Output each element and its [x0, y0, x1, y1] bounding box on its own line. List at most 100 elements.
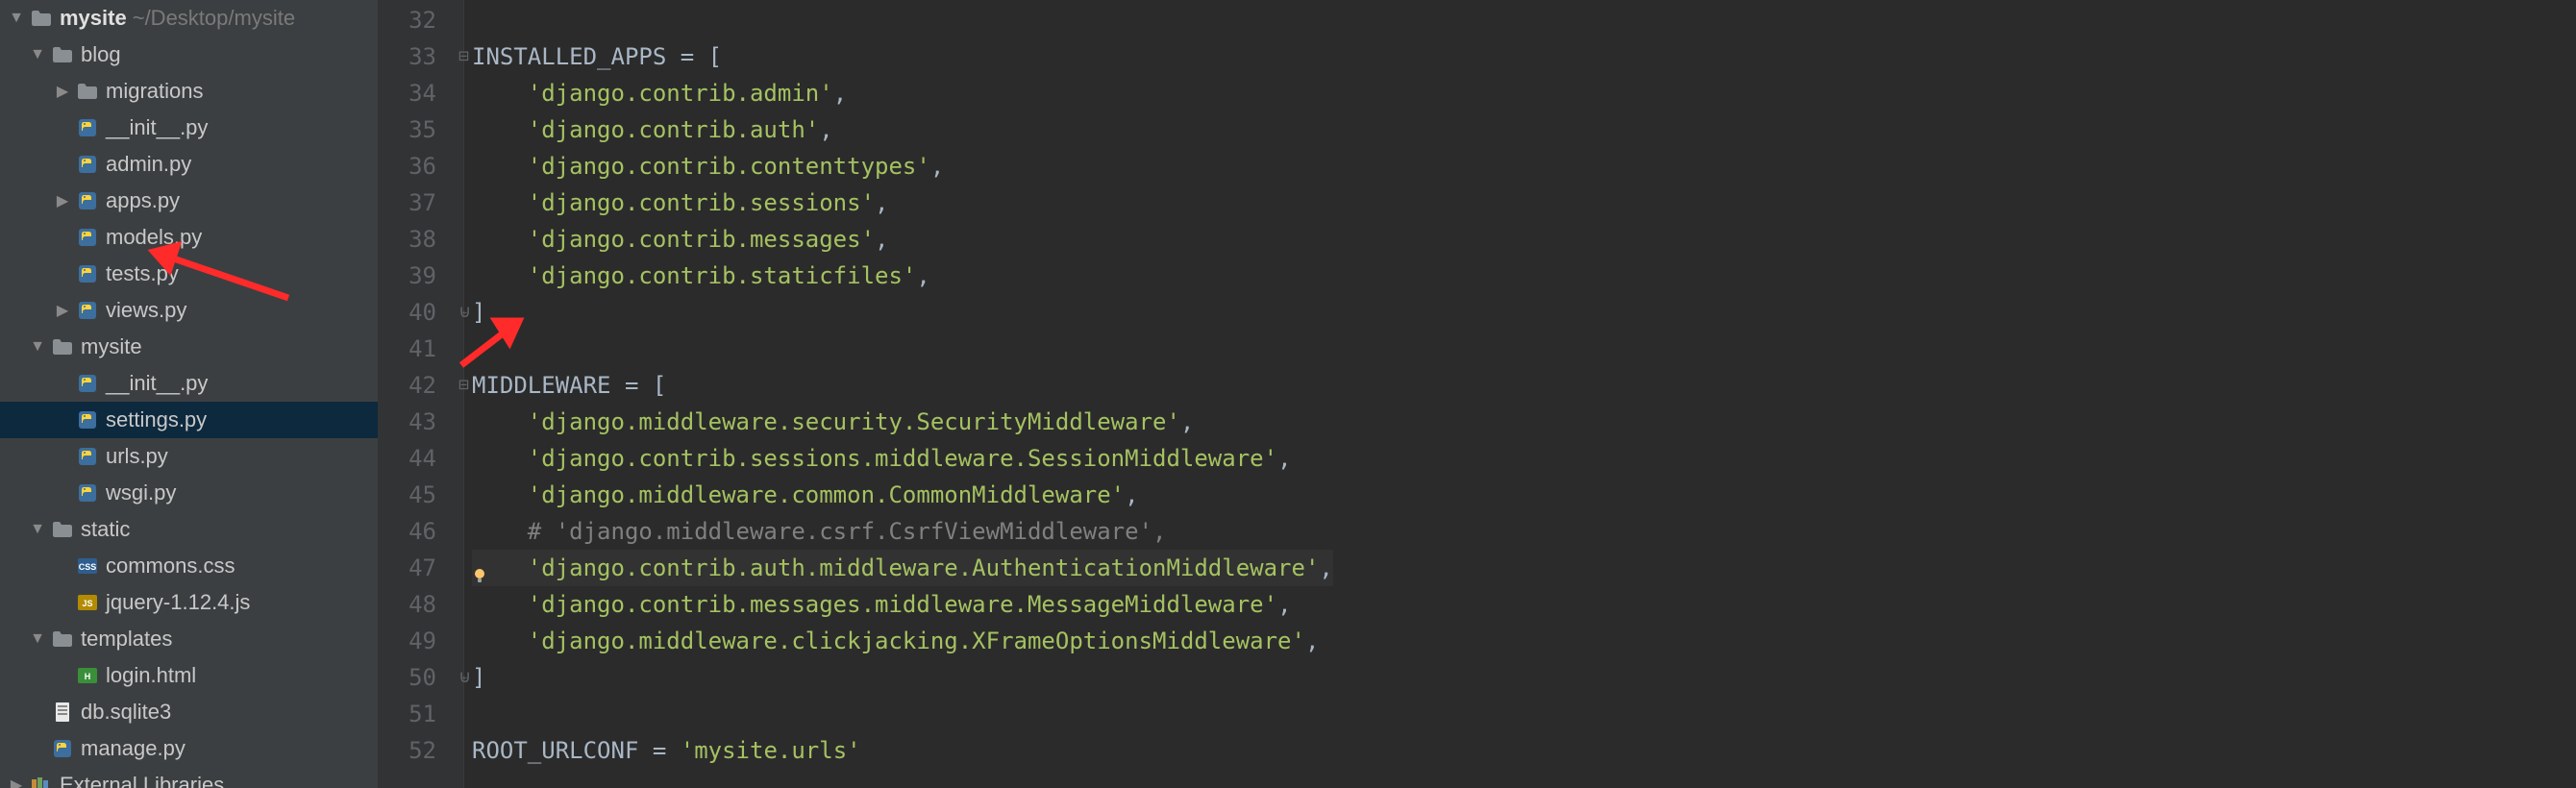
code-line[interactable] — [472, 331, 1333, 367]
code-line[interactable]: 'django.contrib.auth', — [472, 111, 1333, 148]
tree-item-views-py[interactable]: ▶views.py — [0, 292, 378, 329]
code-line[interactable] — [472, 2, 1333, 38]
code-line[interactable]: ⊟MIDDLEWARE = [ — [472, 367, 1333, 404]
code-line[interactable]: 'django.contrib.admin', — [472, 75, 1333, 111]
py-icon — [75, 228, 100, 247]
line-number: 37 — [378, 185, 436, 221]
folder-icon — [50, 47, 75, 62]
expand-arrow-icon[interactable]: ▶ — [54, 191, 71, 210]
token-id: INSTALLED_APPS — [472, 43, 666, 70]
tree-item-label: __init__.py — [106, 115, 208, 140]
line-number: 38 — [378, 221, 436, 258]
code-line[interactable]: ⊌] — [472, 294, 1333, 331]
token-punct: , — [1319, 554, 1332, 581]
tree-item-admin-py[interactable]: admin.py — [0, 146, 378, 183]
token-str: 'django.middleware.clickjacking.XFrameOp… — [528, 628, 1305, 654]
tree-item-commons-css[interactable]: CSS commons.css — [0, 548, 378, 584]
code-line[interactable]: 'django.contrib.contenttypes', — [472, 148, 1333, 185]
tree-item-label: wsgi.py — [106, 480, 176, 505]
code-editor[interactable]: 3233343536373839404142434445464748495051… — [378, 0, 2576, 788]
tree-item-label: models.py — [106, 225, 202, 250]
tree-item-models-py[interactable]: models.py — [0, 219, 378, 256]
expand-arrow-icon[interactable]: ▼ — [29, 521, 46, 538]
expand-arrow-icon[interactable]: ▶ — [54, 82, 71, 101]
code-line[interactable]: ⊌] — [472, 659, 1333, 696]
line-number: 35 — [378, 111, 436, 148]
code-line[interactable] — [472, 696, 1333, 732]
tree-item-login-html[interactable]: Hlogin.html — [0, 657, 378, 694]
expand-arrow-icon[interactable]: ▼ — [29, 338, 46, 356]
token-op: = — [638, 737, 680, 764]
code-line[interactable]: 'django.contrib.auth.middleware.Authenti… — [472, 550, 1333, 586]
token-str: 'django.contrib.staticfiles' — [528, 262, 917, 289]
js-icon: JS — [75, 595, 100, 610]
expand-arrow-icon[interactable]: ▶ — [54, 301, 71, 320]
code-line[interactable]: 'django.contrib.staticfiles', — [472, 258, 1333, 294]
code-line[interactable]: 'django.contrib.messages', — [472, 221, 1333, 258]
line-number: 33 — [378, 38, 436, 75]
code-line[interactable]: 'django.contrib.sessions', — [472, 185, 1333, 221]
tree-item-wsgi-py[interactable]: wsgi.py — [0, 475, 378, 511]
tree-item-label: urls.py — [106, 444, 168, 469]
token-punct: , — [1305, 628, 1319, 654]
project-tree[interactable]: ▼mysite~/Desktop/mysite▼blog▶migrations_… — [0, 0, 378, 788]
tree-item-label: __init__.py — [106, 371, 208, 396]
token-punct: , — [875, 189, 888, 216]
tree-item-migrations[interactable]: ▶migrations — [0, 73, 378, 110]
code-line[interactable]: # 'django.middleware.csrf.CsrfViewMiddle… — [472, 513, 1333, 550]
code-line[interactable]: 'django.middleware.security.SecurityMidd… — [472, 404, 1333, 440]
tree-item-label: External Libraries — [60, 773, 224, 788]
expand-arrow-icon[interactable]: ▶ — [8, 776, 25, 788]
py-icon — [75, 191, 100, 210]
expand-arrow-icon[interactable]: ▼ — [29, 630, 46, 648]
tree-item-label: templates — [81, 627, 172, 652]
fold-open-icon[interactable]: ⊟ — [458, 367, 469, 404]
tree-item-static[interactable]: ▼static — [0, 511, 378, 548]
code-line[interactable]: 'django.contrib.messages.middleware.Mess… — [472, 586, 1333, 623]
tree-item-apps-py[interactable]: ▶ apps.py — [0, 183, 378, 219]
tree-item-jquery-1-12-4-js[interactable]: JSjquery-1.12.4.js — [0, 584, 378, 621]
svg-text:CSS: CSS — [79, 562, 97, 572]
tree-item-label: tests.py — [106, 261, 179, 286]
code-line[interactable]: ROOT_URLCONF = 'mysite.urls' — [472, 732, 1333, 769]
expand-arrow-icon[interactable]: ▼ — [8, 10, 25, 27]
tree-item-path: ~/Desktop/mysite — [133, 6, 295, 31]
line-number: 40 — [378, 294, 436, 331]
tree-item-manage-py[interactable]: manage.py — [0, 730, 378, 767]
code-line[interactable]: 'django.middleware.clickjacking.XFrameOp… — [472, 623, 1333, 659]
intention-bulb-icon[interactable] — [471, 558, 488, 576]
tree-item-blog[interactable]: ▼blog — [0, 37, 378, 73]
tree-item-label: apps.py — [106, 188, 180, 213]
expand-arrow-icon[interactable]: ▼ — [29, 46, 46, 63]
py-icon — [75, 264, 100, 283]
py-icon — [75, 374, 100, 393]
fold-open-icon[interactable]: ⊟ — [458, 38, 469, 75]
token-punct: , — [916, 262, 929, 289]
tree-item-urls-py[interactable]: urls.py — [0, 438, 378, 475]
tree-item--init-py[interactable]: __init__.py — [0, 110, 378, 146]
token-punct: , — [1180, 408, 1194, 435]
fold-close-icon[interactable]: ⊌ — [458, 294, 471, 331]
tree-item-templates[interactable]: ▼ templates — [0, 621, 378, 657]
tree-item-mysite[interactable]: ▼mysite~/Desktop/mysite — [0, 0, 378, 37]
line-number: 52 — [378, 732, 436, 769]
tree-item-tests-py[interactable]: tests.py — [0, 256, 378, 292]
line-number: 42 — [378, 367, 436, 404]
tree-item-mysite[interactable]: ▼mysite — [0, 329, 378, 365]
tree-item-settings-py[interactable]: settings.py — [0, 402, 378, 438]
code-line[interactable]: ⊟INSTALLED_APPS = [ — [472, 38, 1333, 75]
fold-close-icon[interactable]: ⊌ — [458, 659, 471, 696]
code-content[interactable]: ⊟INSTALLED_APPS = [ 'django.contrib.admi… — [464, 0, 1333, 788]
py-icon — [50, 739, 75, 758]
tree-item-label: commons.css — [106, 554, 235, 579]
token-punct: , — [819, 116, 832, 143]
code-line[interactable]: 'django.middleware.common.CommonMiddlewa… — [472, 477, 1333, 513]
folder-icon — [50, 339, 75, 355]
code-line[interactable]: 'django.contrib.sessions.middleware.Sess… — [472, 440, 1333, 477]
tree-item-external-libraries[interactable]: ▶ External Libraries — [0, 767, 378, 788]
tree-item--init-py[interactable]: __init__.py — [0, 365, 378, 402]
folder-icon — [29, 11, 54, 26]
tree-item-db-sqlite3[interactable]: db.sqlite3 — [0, 694, 378, 730]
token-str: 'django.contrib.admin' — [528, 80, 833, 107]
py-icon — [75, 483, 100, 503]
